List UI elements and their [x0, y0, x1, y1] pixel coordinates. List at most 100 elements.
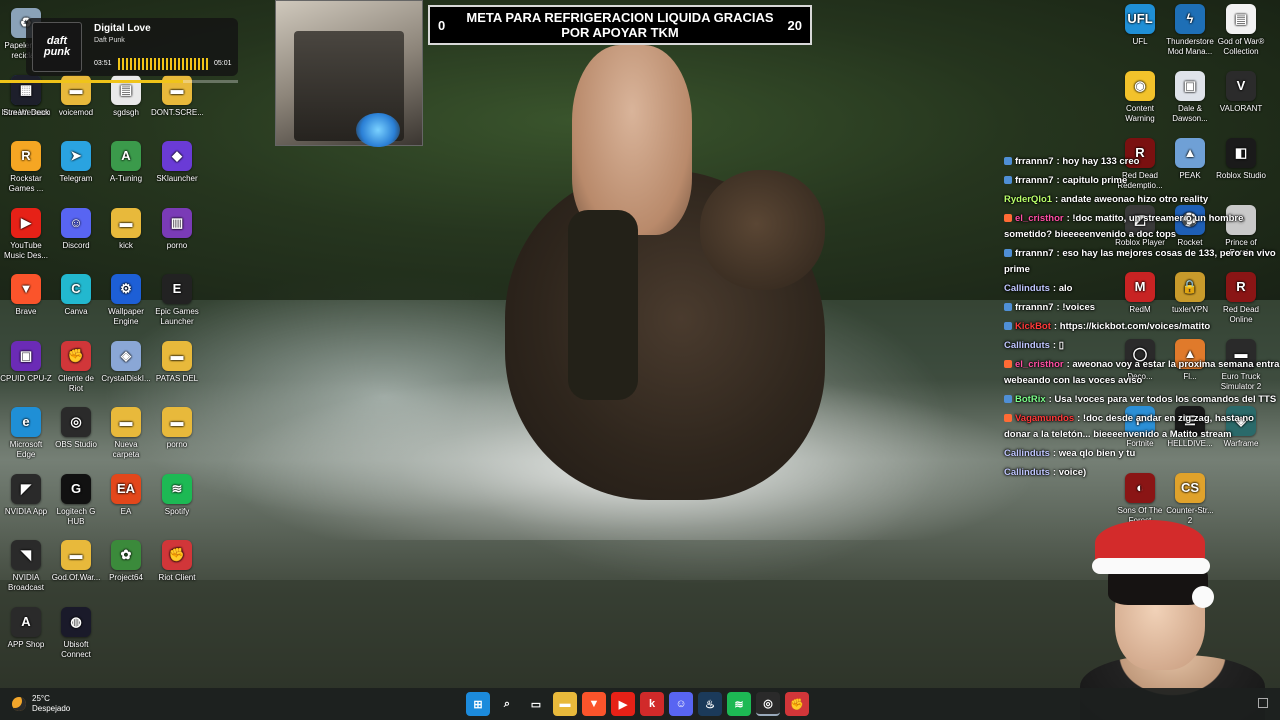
- desktop-icon-spotify[interactable]: ≋ Spotify: [151, 473, 203, 517]
- kick-button[interactable]: k: [640, 692, 664, 716]
- desktop-icon-ea[interactable]: EA EA: [100, 473, 152, 517]
- album-art: daft punk: [32, 22, 82, 72]
- chat-text: : wea qlo bien y tu: [1052, 448, 1136, 459]
- brave-button[interactable]: ▼: [582, 692, 606, 716]
- desktop-icon-cpuid[interactable]: ▣ CPUID CPU-Z: [0, 340, 52, 384]
- task-view-icon: ▭: [530, 698, 542, 711]
- search-button[interactable]: ⌕: [495, 692, 519, 716]
- desktop-icon-telegram[interactable]: ➤ Telegram: [50, 141, 102, 184]
- desktop-icon-label: VALORANT: [1219, 104, 1263, 113]
- desktop-icon-porno[interactable]: ▥ porno: [151, 207, 203, 251]
- desktop-icon-gow-collection[interactable]: ▤ God of War® Collection: [1215, 4, 1267, 57]
- chat-text: : capitulo prime: [1056, 175, 1128, 186]
- desktop-icon-label: UFL: [1132, 37, 1148, 46]
- desktop-icon-nvidia-app[interactable]: ◤ NVIDIA App: [0, 473, 52, 517]
- goal-text: META PARA REFRIGERACION LIQUIDA GRACIAS …: [466, 10, 774, 40]
- stream-chat-overlay: frrannn7: hoy hay 133 creo frrannn7: capi…: [1004, 154, 1280, 484]
- track-duration: 05:01: [214, 60, 232, 67]
- weather-widget[interactable]: 25°C Despejado: [12, 694, 70, 714]
- chat-message: BotRix: Usa !voces para ver todos los co…: [1004, 392, 1280, 408]
- desktop-icon-valorant[interactable]: V VALORANT: [1215, 71, 1267, 114]
- desktop-icon-rockstar[interactable]: R Rockstar Games ...: [0, 141, 52, 194]
- start-button[interactable]: ⊞: [466, 692, 490, 716]
- obs-button[interactable]: ◎: [756, 692, 780, 716]
- desktop-icon-label: NVIDIA Broadcast: [7, 573, 45, 592]
- document-icon: ▤: [1226, 4, 1256, 34]
- folder-icon: ▬: [111, 407, 141, 437]
- youtube-music-button[interactable]: ▶: [611, 692, 635, 716]
- desktop-icon-edge[interactable]: e Microsoft Edge: [0, 407, 52, 460]
- edge-icon: e: [11, 407, 41, 437]
- desktop-icon-label: Epic Games Launcher: [155, 307, 199, 326]
- search-icon: ⌕: [503, 697, 511, 710]
- taskbar: 25°C Despejado ⊞ ⌕ ▭ ▬ ▼ ▶ k ☺ ♨ ≋ ◎ ✊: [0, 688, 1280, 720]
- winrar-icon: ▥: [162, 207, 192, 238]
- riot-button[interactable]: ✊: [785, 692, 809, 716]
- desktop-icon-crystaldisk[interactable]: ◈ CrystalDiskI...: [100, 340, 152, 384]
- desktop-icon-a-tuning[interactable]: A A-Tuning: [100, 141, 152, 184]
- desktop-icon-epic-games[interactable]: E Epic Games Launcher: [151, 274, 203, 327]
- desktop-icon-label: porno: [166, 440, 188, 449]
- desktop-icon-nvidia-broadcast[interactable]: ◥ NVIDIA Broadcast: [0, 540, 52, 593]
- chat-username: RyderQlo1: [1004, 194, 1053, 205]
- desktop-icon-logitech[interactable]: G Logitech G HUB: [50, 473, 102, 527]
- desktop-icon-label: Telegram: [59, 174, 93, 183]
- chat-badge-icon: [1004, 303, 1012, 312]
- desktop-icon-label: Discord: [62, 240, 90, 250]
- desktop-icon-ubisoft[interactable]: ◍ Ubisoft Connect: [50, 606, 102, 660]
- desktop-icon-thunderstore[interactable]: ϟ Thunderstore Mod Mana...: [1164, 4, 1216, 57]
- desktop-icon-label: Riot Client: [158, 573, 196, 582]
- file-explorer-button[interactable]: ▬: [553, 692, 577, 716]
- task-view-button[interactable]: ▭: [524, 692, 548, 716]
- ufl-icon: UFL: [1125, 4, 1155, 34]
- kick-icon: k: [648, 698, 656, 710]
- desktop-icon-obs[interactable]: ◎ OBS Studio: [50, 407, 102, 450]
- desktop-icon-content-warning[interactable]: ◉ Content Warning: [1114, 71, 1166, 124]
- chat-badge-icon: [1004, 176, 1012, 185]
- desktop-icon-nueva-carpeta[interactable]: ▬ Nueva carpeta: [100, 407, 152, 460]
- desktop-icon-label: Stream Deck: [2, 107, 50, 117]
- desktop-icon-sklauncher[interactable]: ◆ SKlauncher: [151, 141, 203, 184]
- desktop-icon-patas-del[interactable]: ▬ PATAS DEL: [151, 340, 203, 384]
- wallpaper-rider-legs: [568, 210, 638, 400]
- desktop-icon-brave[interactable]: ▼ Brave: [0, 274, 52, 317]
- nvidia-broadcast-icon: ◥: [11, 540, 41, 570]
- steam-button[interactable]: ♨: [698, 692, 722, 716]
- chat-badge-icon: [1004, 395, 1012, 404]
- desktop-icon-label: Logitech G HUB: [56, 506, 96, 526]
- goal-target: 20: [787, 17, 802, 33]
- discord-icon: ☺: [61, 207, 91, 238]
- desktop-icon-discord[interactable]: ☺ Discord: [50, 207, 102, 251]
- desktop-icon-dale-dawson[interactable]: ▣ Dale & Dawson...: [1164, 71, 1216, 124]
- chat-username: KickBot: [1015, 321, 1051, 332]
- desktop-icon-riot-client[interactable]: ✊ Cliente de Riot: [50, 340, 102, 394]
- chat-message: frrannn7: !voices: [1004, 300, 1280, 316]
- desktop-icon-label: SKlauncher: [156, 174, 198, 183]
- desktop-icon-ufl[interactable]: UFL UFL: [1114, 4, 1166, 47]
- crystaldisk-icon: ◈: [111, 340, 141, 371]
- brave-icon: ▼: [11, 274, 41, 304]
- weather-desc: Despejado: [32, 704, 71, 713]
- chat-username: Callinduts: [1004, 467, 1050, 478]
- a-tuning-icon: A: [111, 141, 141, 171]
- desktop-icon-porno-2[interactable]: ▬ porno: [151, 407, 203, 450]
- desktop-icon-project64[interactable]: ✿ Project64: [100, 540, 152, 583]
- desktop-icon-riot-client-2[interactable]: ✊ Riot Client: [151, 540, 203, 583]
- chat-message: frrannn7: hoy hay 133 creo: [1004, 154, 1280, 170]
- desktop-icon-label: Nueva carpeta: [112, 440, 140, 459]
- chat-message: Callinduts: voice): [1004, 465, 1280, 481]
- desktop-icon-god-of-war-folder[interactable]: ▬ God.Of.War...: [50, 540, 102, 583]
- desktop-icon-label: Dale & Dawson...: [1172, 104, 1208, 123]
- desktop-icon-canva[interactable]: C Canva: [50, 274, 102, 317]
- desktop-icon-kick[interactable]: ▬ kick: [100, 207, 152, 251]
- taskbar-apps: ⊞ ⌕ ▭ ▬ ▼ ▶ k ☺ ♨ ≋ ◎ ✊: [466, 692, 809, 716]
- discord-button[interactable]: ☺: [669, 692, 693, 716]
- desktop-icon-app-shop[interactable]: A APP Shop: [0, 606, 52, 650]
- desktop-icon-youtube-music[interactable]: ▶ YouTube Music Des...: [0, 207, 52, 261]
- show-desktop-button[interactable]: [1258, 698, 1268, 708]
- desktop-icon-wallpaper-engine[interactable]: ⚙ Wallpaper Engine: [100, 274, 152, 327]
- spotify-button[interactable]: ≋: [727, 692, 751, 716]
- chat-badge-icon: [1004, 157, 1012, 166]
- desktop-icon-label: DONT.SCRE...: [151, 107, 203, 117]
- desktop-icon-label: APP Shop: [7, 639, 45, 649]
